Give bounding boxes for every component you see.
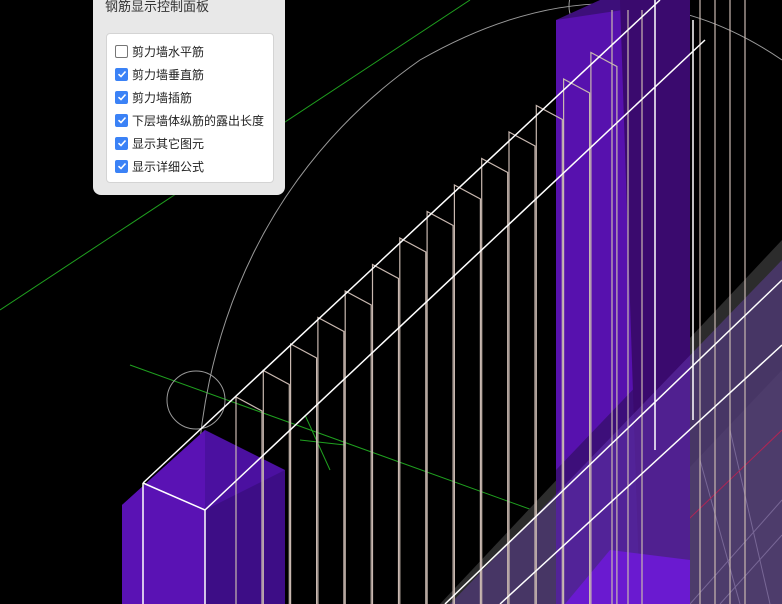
- rebar-stirrup: [290, 342, 318, 604]
- checkbox-icon[interactable]: [115, 136, 128, 150]
- rebar-stirrup: [317, 316, 345, 604]
- checkbox-icon[interactable]: [115, 159, 128, 173]
- checkbox-icon[interactable]: [115, 67, 128, 81]
- option-label: 剪力墙插筋: [132, 90, 193, 105]
- option-list: 剪力墙水平筋 剪力墙垂直筋 剪力墙插筋 下层墙体纵筋的露出长度 显示其它图元 显…: [106, 33, 274, 183]
- rebar-stirrup: [371, 263, 400, 604]
- rebar-stirrup: [399, 236, 427, 604]
- rebar-display-panel: 钢筋显示控制面板 剪力墙水平筋 剪力墙垂直筋 剪力墙插筋 下层墙体纵筋的露出长度…: [93, 0, 285, 195]
- checkbox-icon[interactable]: [115, 90, 128, 104]
- rebar-stirrup: [426, 210, 454, 604]
- option-label: 显示其它图元: [132, 136, 205, 151]
- option-label: 剪力墙垂直筋: [132, 67, 205, 82]
- checkbox-icon[interactable]: [115, 44, 128, 58]
- option-show-detailed-formula[interactable]: 显示详细公式: [115, 157, 204, 175]
- panel-title: 钢筋显示控制面板: [105, 0, 210, 15]
- option-label: 剪力墙水平筋: [132, 44, 205, 59]
- option-label: 下层墙体纵筋的露出长度: [132, 113, 265, 128]
- option-shear-wall-vertical[interactable]: 剪力墙垂直筋: [115, 65, 204, 83]
- option-show-other-elements[interactable]: 显示其它图元: [115, 134, 204, 152]
- option-shear-wall-horizontal[interactable]: 剪力墙水平筋: [115, 42, 204, 60]
- option-label: 显示详细公式: [132, 159, 205, 174]
- option-lower-wall-exposed-length[interactable]: 下层墙体纵筋的露出长度: [115, 111, 264, 129]
- option-shear-wall-dowel[interactable]: 剪力墙插筋: [115, 88, 192, 106]
- checkbox-icon[interactable]: [115, 113, 128, 127]
- rebar-stirrup: [453, 183, 481, 604]
- orbit-handle-left: [166, 370, 226, 430]
- column-left: [122, 430, 285, 604]
